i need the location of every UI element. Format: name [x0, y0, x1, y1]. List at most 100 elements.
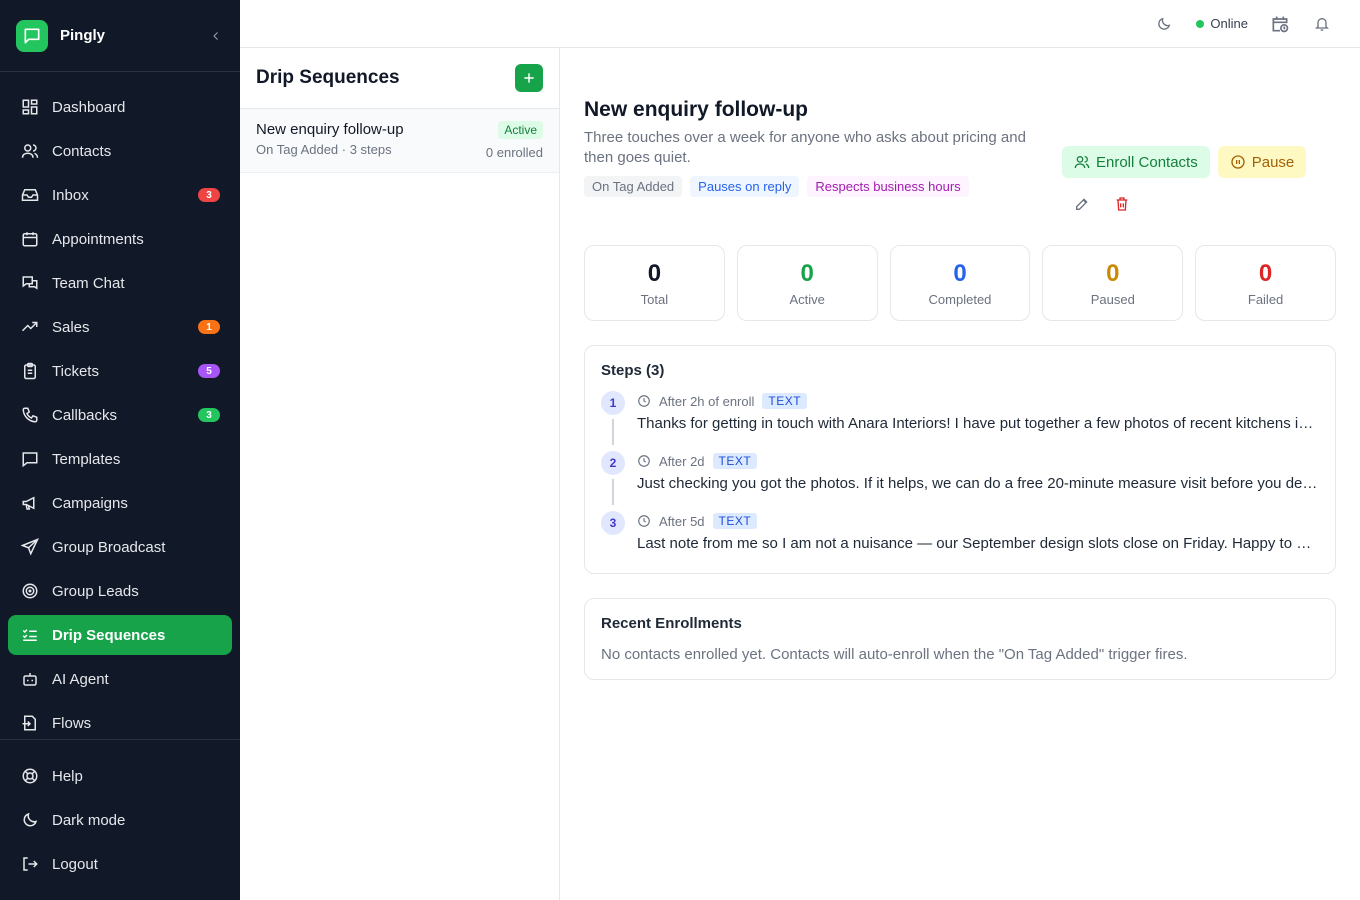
target-icon [20, 581, 40, 601]
trigger-tag: On Tag Added [584, 176, 683, 197]
stat-active: 0 Active [736, 245, 878, 321]
sidebar: Pingly Dashboard Contacts Inbox 3 Appoin… [0, 0, 240, 900]
stat-label: Completed [928, 292, 992, 307]
status-label: Online [1210, 16, 1248, 31]
sequence-list-pane: Drip Sequences New enquiry follow-up On … [240, 48, 560, 900]
brand: Pingly [0, 0, 240, 72]
add-sequence-button[interactable] [515, 64, 543, 92]
sidebar-item-campaigns[interactable]: Campaigns [8, 483, 232, 523]
stat-label: Active [789, 292, 825, 307]
step-item[interactable]: 2 After 2d TEXT Just checking you got th… [601, 451, 1319, 511]
sidebar-item-label: Drip Sequences [52, 626, 166, 644]
callbacks-count-badge: 3 [198, 408, 220, 422]
sidebar-item-drip-sequences[interactable]: Drip Sequences [8, 615, 232, 655]
sidebar-item-sales[interactable]: Sales 1 [8, 307, 232, 347]
step-delay: After 2h of enroll [659, 393, 755, 409]
sidebar-item-ai-agent[interactable]: AI Agent [8, 659, 232, 699]
sidebar-item-callbacks[interactable]: Callbacks 3 [8, 395, 232, 435]
online-status[interactable]: Online [1196, 16, 1248, 31]
calendar-icon [20, 229, 40, 249]
step-type-badge: TEXT [712, 453, 758, 469]
step-item[interactable]: 3 After 5d TEXT Last note from me so I a… [601, 511, 1319, 557]
logo-icon [16, 19, 48, 52]
phone-icon [20, 405, 40, 425]
sidebar-item-label: Tickets [52, 362, 99, 380]
lifebuoy-icon [20, 766, 40, 786]
pause-button[interactable]: Pause [1217, 146, 1307, 178]
stat-value: 0 [1258, 260, 1273, 287]
bell-icon[interactable] [1312, 14, 1332, 34]
sidebar-item-label: Dashboard [52, 98, 126, 116]
stat-value: 0 [953, 260, 967, 287]
moon-icon[interactable] [1154, 14, 1174, 34]
sidebar-item-tickets[interactable]: Tickets 5 [8, 351, 232, 391]
sidebar-item-group-broadcast[interactable]: Group Broadcast [8, 527, 232, 567]
stat-value: 0 [1106, 260, 1120, 287]
stat-label: Failed [1247, 292, 1284, 307]
steps-card: Steps (3) 1 After 2h of enroll TEXT Than… [584, 345, 1336, 574]
enrolled-count: 0 enrolled [485, 145, 543, 160]
stat-paused: 0 Paused [1042, 245, 1184, 321]
plus-icon [524, 73, 534, 83]
sidebar-item-label: Dark mode [52, 811, 126, 829]
step-message: Thanks for getting in touch with Anara I… [637, 415, 1319, 432]
collapse-sidebar-icon[interactable] [208, 28, 224, 44]
sidebar-item-label: Inbox [52, 186, 89, 204]
sequence-detail: New enquiry follow-up Three touches over… [560, 48, 1360, 900]
sidebar-item-contacts[interactable]: Contacts [8, 131, 232, 171]
status-badge: Active [498, 121, 543, 139]
stat-value: 0 [647, 260, 662, 287]
sidebar-item-logout[interactable]: Logout [8, 844, 232, 884]
pause-circle-icon [1230, 154, 1246, 170]
megaphone-icon [20, 493, 40, 513]
sidebar-item-label: Callbacks [52, 406, 118, 424]
enrollments-card: Recent Enrollments No contacts enrolled … [584, 598, 1336, 680]
app-name: Pingly [60, 27, 106, 44]
stat-value: 0 [800, 260, 814, 287]
clipboard-icon [20, 361, 40, 381]
pause-on-reply-tag: Pauses on reply [690, 176, 800, 197]
sidebar-item-flows[interactable]: Flows [8, 703, 232, 743]
sidebar-item-label: Group Broadcast [52, 538, 166, 556]
step-message: Just checking you got the photos. If it … [637, 475, 1319, 492]
sidebar-item-group-leads[interactable]: Group Leads [8, 571, 232, 611]
sidebar-item-help[interactable]: Help [8, 756, 232, 796]
status-dot [1196, 19, 1205, 28]
sequence-description: Three touches over a week for anyone who… [584, 129, 1026, 166]
list-checks-icon [20, 625, 40, 645]
edit-pencil-icon[interactable] [1068, 190, 1096, 218]
sidebar-item-dark-mode[interactable]: Dark mode [8, 800, 232, 840]
enroll-contacts-button[interactable]: Enroll Contacts [1062, 146, 1210, 178]
detail-actions: Enroll Contacts Pause [1062, 146, 1336, 218]
sidebar-item-templates[interactable]: Templates [8, 439, 232, 479]
sidebar-item-team-chat[interactable]: Team Chat [8, 263, 232, 303]
clock-icon [637, 514, 651, 528]
sidebar-bottom: Help Dark mode Logout [8, 740, 232, 888]
step-item[interactable]: 1 After 2h of enroll TEXT Thanks for get… [601, 391, 1319, 451]
tickets-count-badge: 5 [198, 364, 220, 378]
stat-failed: 0 Failed [1195, 245, 1336, 321]
list-title: Drip Sequences [256, 67, 400, 88]
trash-icon[interactable] [1108, 190, 1136, 218]
sidebar-item-label: Flows [52, 714, 92, 732]
calendar-clock-icon[interactable] [1270, 14, 1290, 34]
enrollments-empty-state: No contacts enrolled yet. Contacts will … [601, 646, 1188, 663]
sidebar-item-inbox[interactable]: Inbox 3 [8, 175, 232, 215]
step-connector [612, 419, 614, 445]
sidebar-item-label: Group Leads [52, 582, 139, 600]
detail-header: New enquiry follow-up Three touches over… [584, 98, 1336, 245]
sidebar-item-label: AI Agent [52, 670, 109, 688]
sequence-list-item[interactable]: New enquiry follow-up On Tag Added · 3 s… [240, 109, 559, 173]
enroll-label: Enroll Contacts [1096, 153, 1198, 171]
step-number: 2 [601, 451, 625, 475]
sales-count-badge: 1 [198, 320, 220, 334]
step-delay: After 2d [659, 453, 705, 469]
sidebar-item-dashboard[interactable]: Dashboard [8, 87, 232, 127]
sidebar-item-label: Logout [52, 855, 98, 873]
message-square-icon [20, 449, 40, 469]
sidebar-item-label: Campaigns [52, 494, 128, 512]
users-icon [1074, 154, 1090, 170]
step-number: 3 [601, 511, 625, 535]
sidebar-item-appointments[interactable]: Appointments [8, 219, 232, 259]
steps-title: Steps (3) [601, 362, 665, 379]
